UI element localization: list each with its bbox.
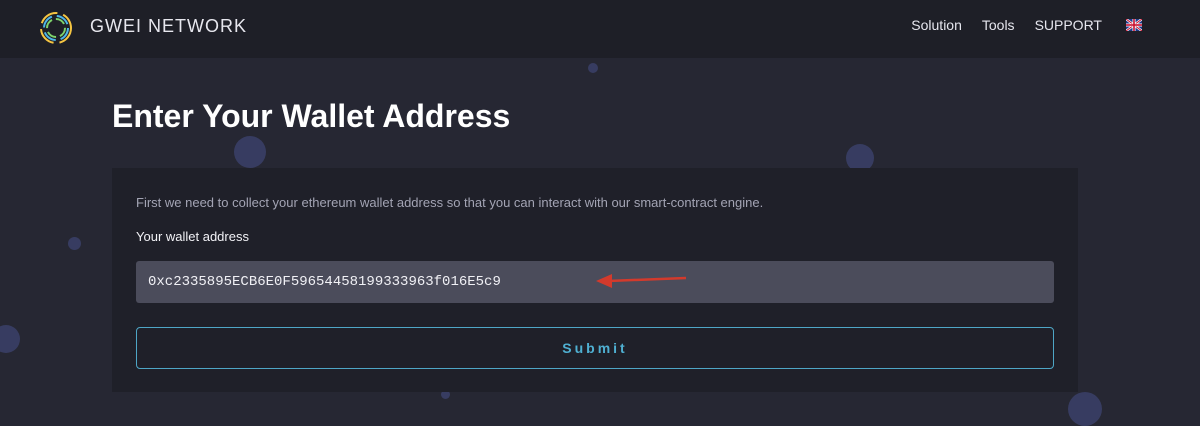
nav-link-solution[interactable]: Solution xyxy=(911,17,962,33)
annotation-arrow-icon xyxy=(596,274,687,288)
background-bubble xyxy=(234,136,266,168)
submit-button[interactable]: Submit xyxy=(136,327,1054,369)
wallet-address-label: Your wallet address xyxy=(136,229,249,244)
top-navbar: GWEI NETWORK Solution Tools SUPPORT xyxy=(0,0,1200,58)
nav-link-support[interactable]: SUPPORT xyxy=(1035,17,1102,33)
background-bubble xyxy=(68,237,81,250)
ring-logo-icon[interactable] xyxy=(38,10,74,46)
uk-flag-icon[interactable] xyxy=(1126,19,1142,31)
page-title: Enter Your Wallet Address xyxy=(112,98,511,134)
brand-name[interactable]: GWEI NETWORK xyxy=(90,16,247,37)
background-bubble xyxy=(0,325,20,353)
background-bubble xyxy=(1068,392,1102,426)
intro-text: First we need to collect your ethereum w… xyxy=(136,195,764,210)
background-bubble xyxy=(588,63,598,73)
wallet-form-card: First we need to collect your ethereum w… xyxy=(112,168,1078,392)
main-nav: Solution Tools SUPPORT xyxy=(911,17,1142,33)
nav-link-tools[interactable]: Tools xyxy=(982,17,1015,33)
